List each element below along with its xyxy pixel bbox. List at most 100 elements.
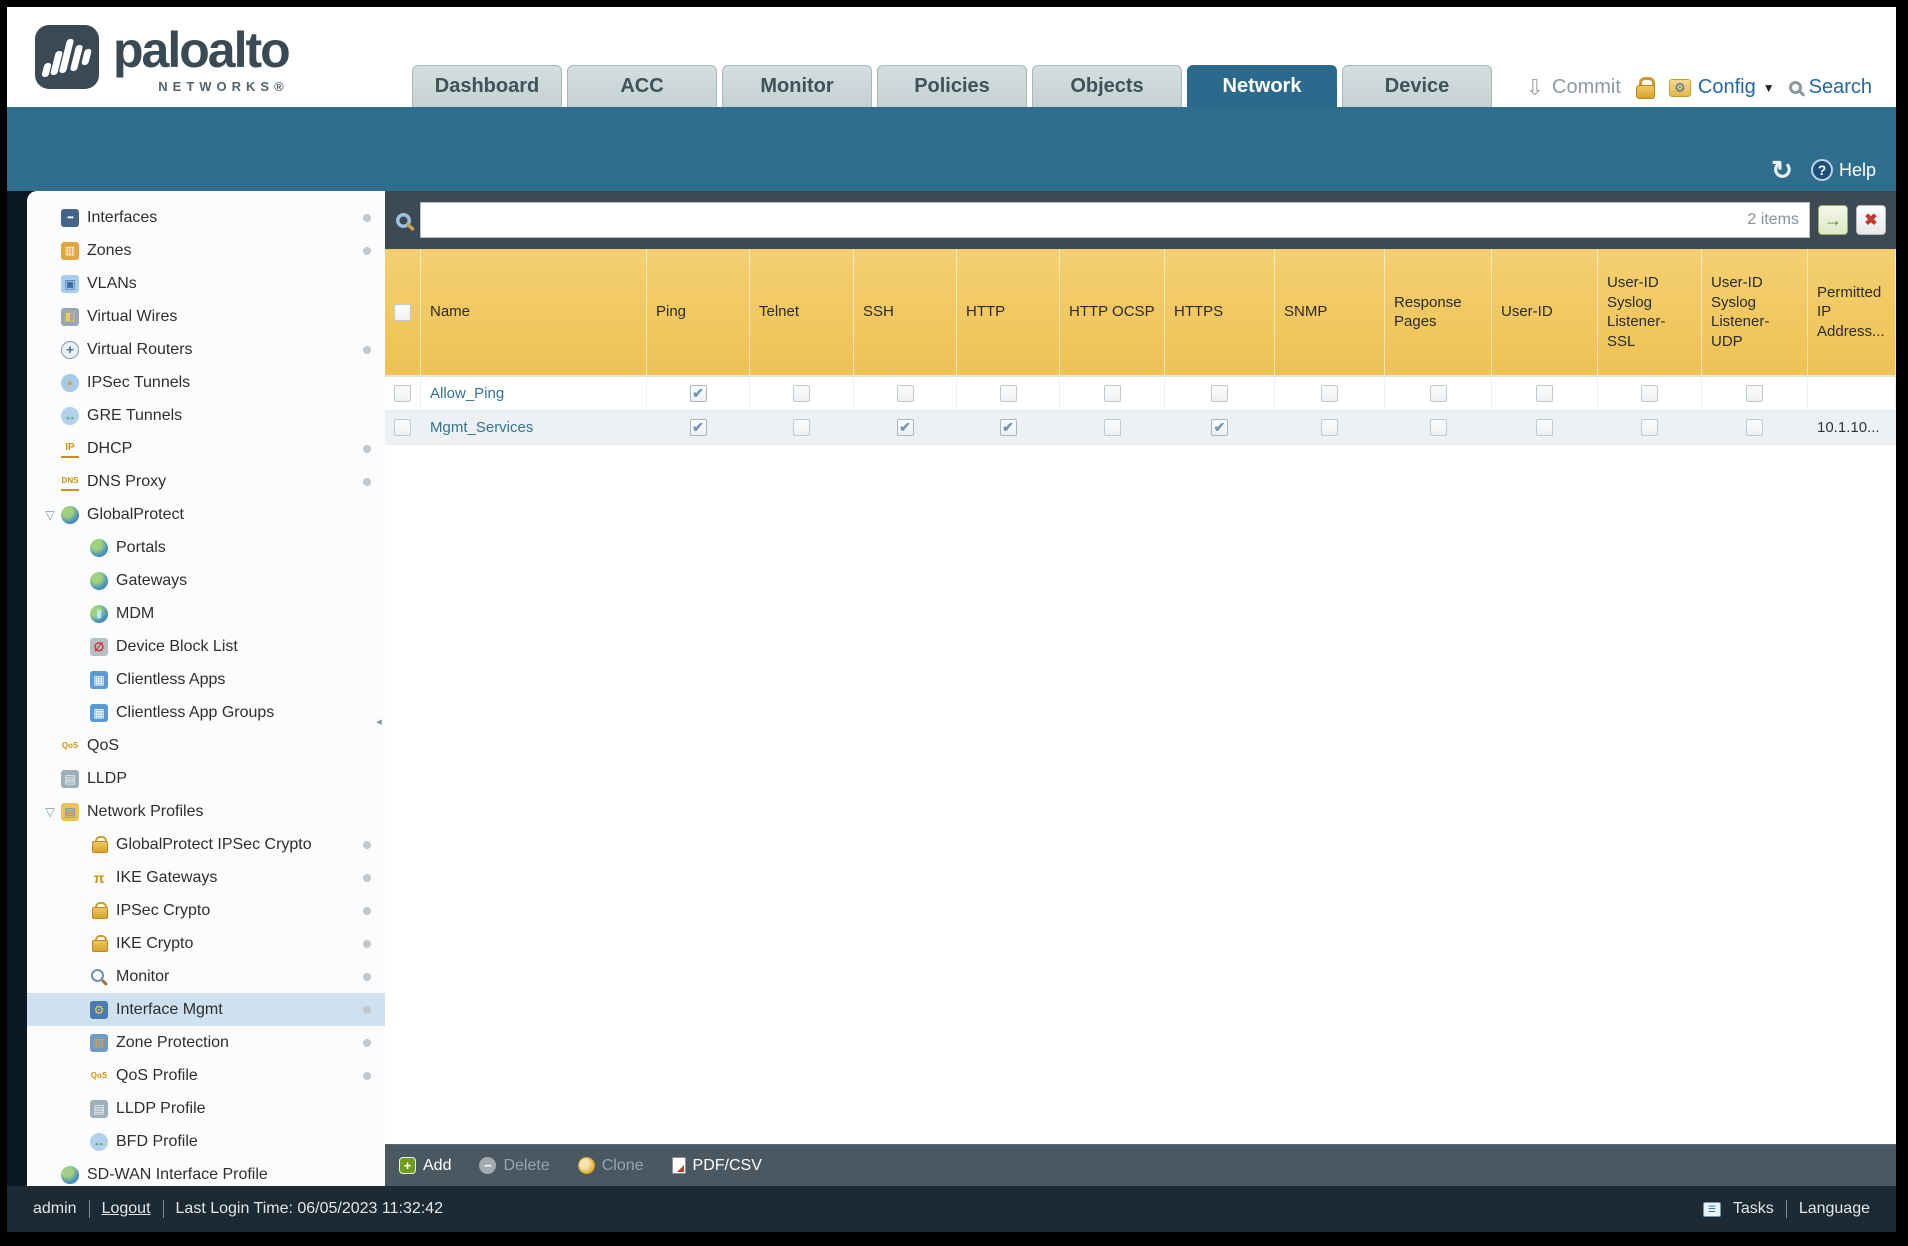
service-checkbox-http-ocsp[interactable] — [1103, 385, 1121, 402]
select-all-checkbox[interactable] — [394, 303, 411, 321]
service-checkbox-https[interactable]: ✔ — [1211, 419, 1228, 436]
service-checkbox-user-id[interactable] — [1536, 385, 1553, 402]
sidebar-item-globalprotect-ipsec-crypto[interactable]: GlobalProtect IPSec Crypto — [27, 828, 385, 861]
sidebar-item-virtual-routers[interactable]: + Virtual Routers — [27, 333, 385, 366]
tab-device[interactable]: Device — [1342, 65, 1492, 107]
service-check-cell — [1702, 411, 1808, 444]
clear-filter-button[interactable]: ✖ — [1856, 205, 1886, 235]
expand-arrow-icon[interactable]: ▽ — [39, 508, 61, 522]
service-checkbox-user-id-syslog-listener-udp[interactable] — [1746, 419, 1763, 436]
sidebar-item-interface-mgmt[interactable]: ⚙ Interface Mgmt — [27, 993, 385, 1026]
sidebar-item-gateways[interactable]: Gateways — [27, 564, 385, 597]
service-checkbox-http-ocsp[interactable] — [1103, 419, 1121, 436]
sidebar-item-mdm[interactable]: ▮ MDM — [27, 597, 385, 630]
apply-filter-button[interactable]: → — [1818, 205, 1848, 235]
service-checkbox-response-pages[interactable] — [1429, 385, 1447, 402]
row-name-link[interactable]: Mgmt_Services — [421, 411, 647, 444]
config-button[interactable]: ⚙ Config ▼ — [1668, 76, 1775, 99]
sidebar-item-ipsec-tunnels[interactable]: ● IPSec Tunnels — [27, 366, 385, 399]
commit-button[interactable]: ⇩ Commit — [1526, 76, 1621, 99]
tab-policies[interactable]: Policies — [877, 65, 1027, 107]
column-header-permitted-ip-address[interactable]: Permitted IP Address... — [1808, 249, 1896, 375]
refresh-icon[interactable]: ↻ — [1771, 157, 1793, 183]
service-checkbox-user-id-syslog-listener-ssl[interactable] — [1641, 419, 1658, 436]
item-dot-indicator — [363, 874, 371, 882]
column-header-ssh[interactable]: SSH — [854, 249, 957, 375]
service-checkbox-snmp[interactable] — [1321, 419, 1338, 436]
sidebar-item-dns-proxy[interactable]: DNS DNS Proxy — [27, 465, 385, 498]
column-header-name[interactable]: Name — [421, 249, 647, 375]
sidebar-item-vlans[interactable]: ▣ VLANs — [27, 267, 385, 300]
service-checkbox-https[interactable] — [1211, 385, 1228, 402]
column-header-http[interactable]: HTTP — [957, 249, 1060, 375]
service-checkbox-response-pages[interactable] — [1429, 419, 1447, 436]
delete-button[interactable]: − Delete — [479, 1157, 550, 1175]
sidebar-item-device-block-list[interactable]: ∅ Device Block List — [27, 630, 385, 663]
sidebar-item-ipsec-crypto[interactable]: IPSec Crypto — [27, 894, 385, 927]
tasks-link[interactable]: Tasks — [1733, 1200, 1774, 1218]
column-header-http-ocsp[interactable]: HTTP OCSP — [1060, 249, 1165, 375]
sidebar-item-virtual-wires[interactable]: ◧ Virtual Wires — [27, 300, 385, 333]
vwires-icon: ◧ — [61, 307, 79, 326]
service-checkbox-ssh[interactable] — [896, 385, 914, 402]
sidebar-item-monitor[interactable]: Monitor — [27, 960, 385, 993]
clone-button[interactable]: Clone — [577, 1157, 644, 1175]
service-checkbox-user-id-syslog-listener-udp[interactable] — [1746, 385, 1763, 402]
service-checkbox-ssh[interactable]: ✔ — [896, 419, 914, 436]
column-header-response-pages[interactable]: Response Pages — [1385, 249, 1492, 375]
column-header-user-id-syslog-listener-udp[interactable]: User-ID Syslog Listener-UDP — [1702, 249, 1808, 375]
sidebar-item-zones[interactable]: ▥ Zones — [27, 234, 385, 267]
tab-acc[interactable]: ACC — [567, 65, 717, 107]
service-checkbox-user-id-syslog-listener-ssl[interactable] — [1641, 385, 1658, 402]
row-name-link[interactable]: Allow_Ping — [421, 377, 647, 410]
service-checkbox-http[interactable] — [999, 385, 1017, 402]
service-checkbox-ping[interactable]: ✔ — [689, 385, 707, 402]
service-checkbox-telnet[interactable] — [793, 419, 810, 436]
column-header-ping[interactable]: Ping — [647, 249, 750, 375]
global-search-button[interactable]: Search — [1788, 76, 1872, 99]
language-link[interactable]: Language — [1799, 1200, 1870, 1218]
sidebar-item-sd-wan-interface-profile[interactable]: SD-WAN Interface Profile — [27, 1158, 385, 1186]
sidebar-item-lldp[interactable]: ▤ LLDP — [27, 762, 385, 795]
sidebar-item-network-profiles[interactable]: ▽ ▤ Network Profiles — [27, 795, 385, 828]
sidebar-item-qos[interactable]: QoS QoS — [27, 729, 385, 762]
sidebar-item-dhcp[interactable]: IP DHCP — [27, 432, 385, 465]
sidebar-item-portals[interactable]: Portals — [27, 531, 385, 564]
tab-network[interactable]: Network — [1187, 65, 1337, 107]
service-checkbox-telnet[interactable] — [793, 385, 810, 402]
service-checkbox-snmp[interactable] — [1321, 385, 1338, 402]
pdf-csv-button[interactable]: PDF/CSV — [671, 1157, 762, 1175]
column-header-user-id-syslog-listener-ssl[interactable]: User-ID Syslog Listener-SSL — [1598, 249, 1702, 375]
interfaces-icon: ••• — [61, 208, 79, 227]
expand-arrow-icon[interactable]: ▽ — [39, 805, 61, 819]
column-header-telnet[interactable]: Telnet — [750, 249, 854, 375]
column-header-snmp[interactable]: SNMP — [1275, 249, 1385, 375]
service-checkbox-http[interactable]: ✔ — [999, 419, 1017, 436]
sidebar-item-clientless-app-groups[interactable]: ▦ Clientless App Groups — [27, 696, 385, 729]
service-checkbox-ping[interactable]: ✔ — [689, 419, 707, 436]
lock-icon[interactable] — [1635, 76, 1655, 99]
sidebar-item-clientless-apps[interactable]: ▦ Clientless Apps — [27, 663, 385, 696]
sidebar-item-ike-gateways[interactable]: π IKE Gateways — [27, 861, 385, 894]
sidebar-item-lldp-profile[interactable]: ▤ LLDP Profile — [27, 1092, 385, 1125]
logout-link[interactable]: Logout — [102, 1200, 151, 1218]
column-header-https[interactable]: HTTPS — [1165, 249, 1275, 375]
tab-objects[interactable]: Objects — [1032, 65, 1182, 107]
tab-dashboard[interactable]: Dashboard — [412, 65, 562, 107]
sidebar-item-gre-tunnels[interactable]: ↔ GRE Tunnels — [27, 399, 385, 432]
sidebar-item-ike-crypto[interactable]: IKE Crypto — [27, 927, 385, 960]
sidebar-item-interfaces[interactable]: ••• Interfaces — [27, 201, 385, 234]
sidebar-item-globalprotect[interactable]: ▽ GlobalProtect — [27, 498, 385, 531]
tab-monitor[interactable]: Monitor — [722, 65, 872, 107]
help-button[interactable]: ? Help — [1810, 159, 1876, 181]
row-select-checkbox[interactable] — [394, 419, 411, 436]
column-header-user-id[interactable]: User-ID — [1492, 249, 1598, 375]
sidebar-item-zone-protection[interactable]: ▥ Zone Protection — [27, 1026, 385, 1059]
sidebar-item-qos-profile[interactable]: QoS QoS Profile — [27, 1059, 385, 1092]
add-button[interactable]: + Add — [399, 1157, 451, 1175]
service-checkbox-user-id[interactable] — [1536, 419, 1553, 436]
sidebar-collapse-handle[interactable]: ◂ — [373, 701, 385, 741]
row-select-checkbox[interactable] — [394, 385, 411, 402]
sidebar-item-bfd-profile[interactable]: ↔ BFD Profile — [27, 1125, 385, 1158]
filter-input[interactable] — [431, 211, 1740, 229]
